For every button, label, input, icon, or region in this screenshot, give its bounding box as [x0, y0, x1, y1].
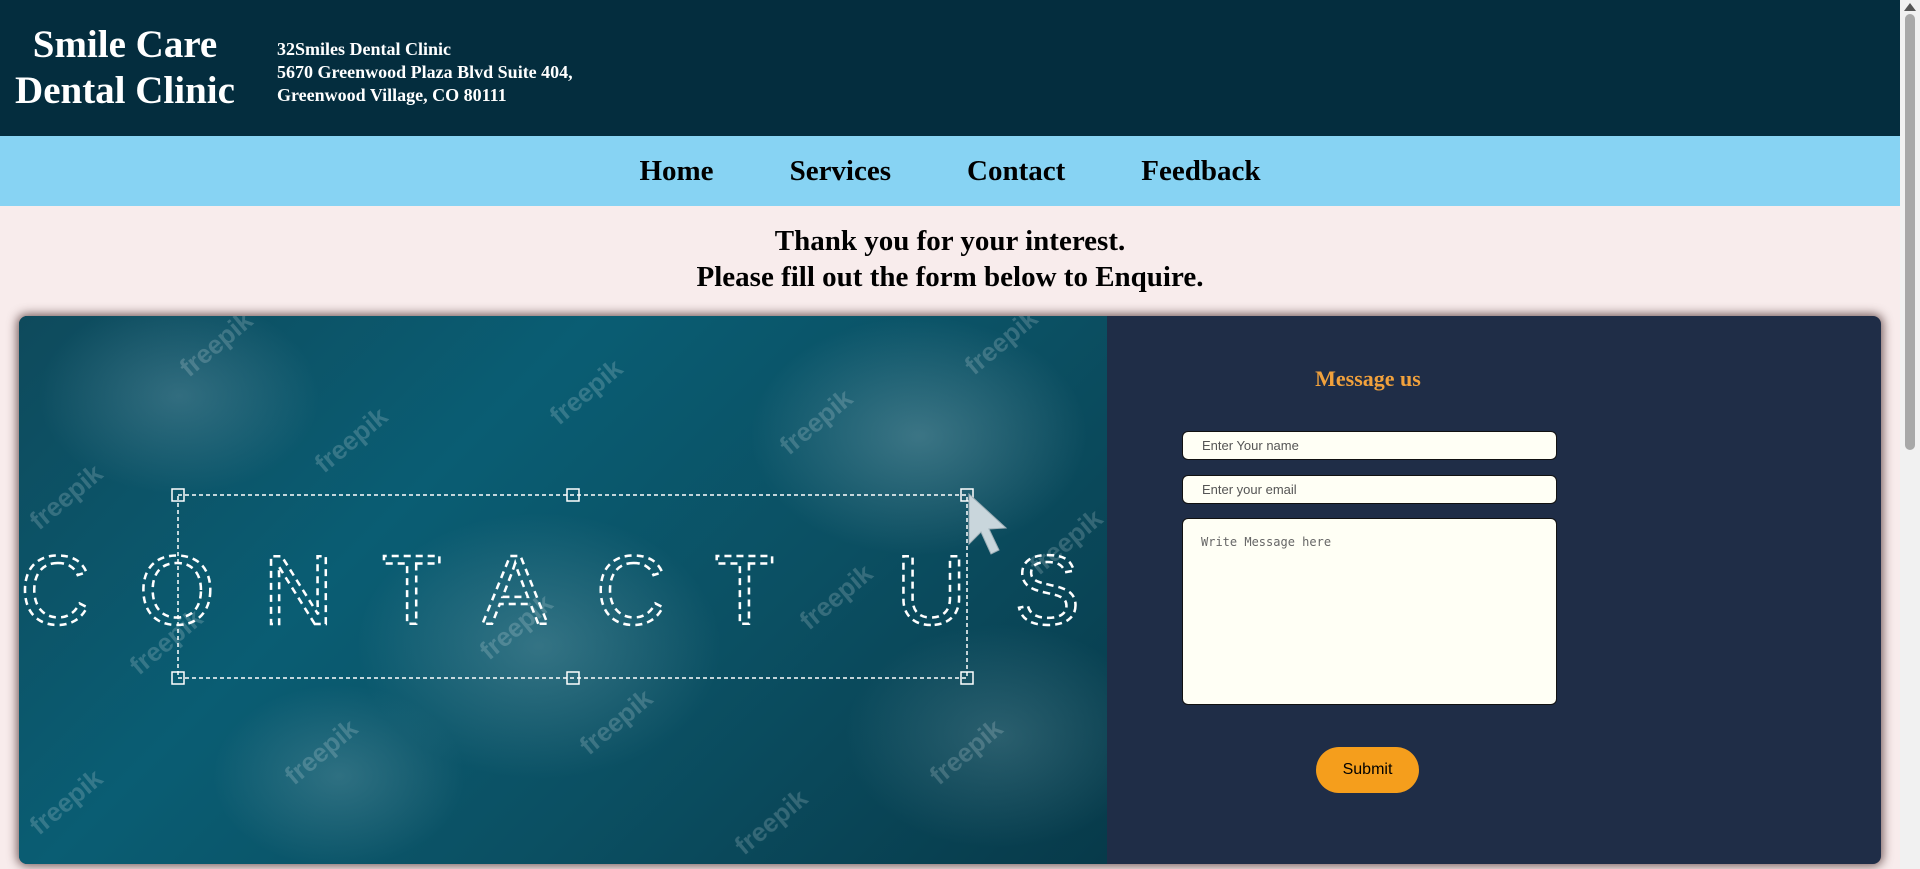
brand-line-2: Dental Clinic [15, 69, 235, 112]
watermark-1: freepik [24, 762, 109, 840]
email-input[interactable] [1182, 475, 1557, 504]
site-header: Smile Care Dental Clinic 32Smiles Dental… [0, 0, 1900, 136]
watermark-15: freepik [729, 782, 814, 860]
watermark-12: freepik [574, 682, 659, 760]
scroll-up-arrow-icon[interactable] [1904, 3, 1916, 11]
banner-graphic: freepik freepik freepik freepik freepik … [19, 316, 1107, 861]
intro-line-2: Please fill out the form below to Enquir… [696, 261, 1204, 293]
watermark-4: freepik [309, 400, 394, 478]
watermark-14: freepik [924, 712, 1009, 790]
brand-line-1: Smile Care [32, 23, 218, 66]
intro-line-1: Thank you for your interest. [774, 225, 1126, 257]
address-line-1: 32Smiles Dental Clinic [277, 39, 451, 59]
watermark-13: freepik [279, 712, 364, 790]
nav-item-home[interactable]: Home [639, 136, 713, 206]
address-line-2: 5670 Greenwood Plaza Blvd Suite 404, [277, 62, 573, 82]
watermark-6: freepik [774, 382, 859, 460]
watermark-7: freepik [959, 316, 1044, 381]
watermark-2: freepik [24, 457, 109, 535]
nav-item-services[interactable]: Services [790, 136, 891, 206]
scrollbar-thumb[interactable] [1905, 14, 1915, 450]
contact-card: freepik freepik freepik freepik freepik … [19, 316, 1881, 864]
intro-heading: Thank you for your interest. Please fill… [0, 223, 1900, 295]
page-scrollbar[interactable] [1900, 0, 1920, 869]
site-logo-text[interactable]: Smile Care Dental Clinic [10, 22, 240, 114]
message-textarea[interactable] [1182, 518, 1557, 705]
watermark-3: freepik [174, 316, 259, 383]
nav-item-contact[interactable]: Contact [967, 136, 1065, 206]
submit-button[interactable]: Submit [1316, 747, 1419, 793]
nav-item-feedback[interactable]: Feedback [1141, 136, 1260, 206]
contact-banner-image: freepik freepik freepik freepik freepik … [19, 316, 1107, 864]
address-line-3: Greenwood Village, CO 80111 [277, 85, 507, 105]
name-input[interactable] [1182, 431, 1557, 460]
clinic-address: 32Smiles Dental Clinic 5670 Greenwood Pl… [277, 38, 573, 107]
watermark-5: freepik [544, 352, 629, 430]
main-nav: Home Services Contact Feedback [0, 136, 1900, 206]
form-title: Message us [1315, 366, 1421, 391]
contact-us-banner-text: CONTACT US [20, 535, 1107, 645]
